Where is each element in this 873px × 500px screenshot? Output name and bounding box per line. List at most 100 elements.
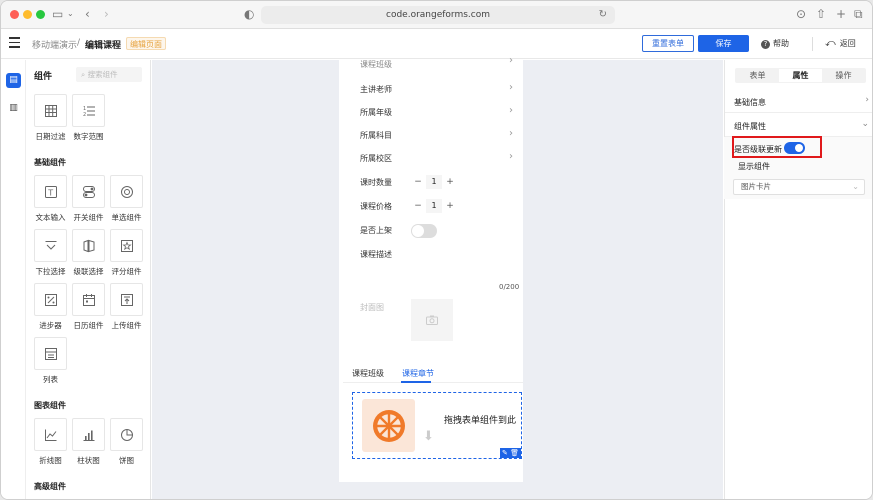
sub-form-tabs: 课程班级 课程章节 [343,361,523,383]
breadcrumb-parent[interactable]: 移动端演示 [32,38,77,51]
component-calendar[interactable]: 日历组件 [72,283,108,331]
data-panel-icon[interactable]: ▥ [6,101,21,116]
component-label: 进步器 [39,321,62,330]
line-chart-icon [44,429,56,441]
price-value[interactable]: 1 [426,199,442,213]
form-row-partial[interactable]: 课程班级 › [339,57,523,71]
form-row-grade[interactable]: 所属年级 › [339,101,523,123]
increment-button[interactable]: + [444,177,456,187]
chevron-right-icon: › [509,128,513,139]
new-tab-icon[interactable]: + [836,7,846,21]
cover-image-upload[interactable] [411,299,453,341]
component-label: 数字范围 [73,132,104,141]
component-line-chart[interactable]: 折线图 [34,418,70,466]
share-icon[interactable]: ⇧ [816,7,826,21]
component-date-filter[interactable]: 日期过滤 [34,94,70,142]
back-arrow-icon[interactable]: ‹ [85,7,90,21]
component-cascade[interactable]: 级联选择 [72,229,108,277]
decrement-button[interactable]: − [412,177,424,187]
drop-zone-tools[interactable]: ✎ 🗑 [500,448,521,458]
section-title: 基础信息 [734,98,766,107]
tab-overview-icon[interactable]: ⧉ [854,7,863,21]
component-label: 下拉选择 [35,267,66,276]
form-row-label: 所属年级 [360,108,392,117]
component-label: 开关组件 [73,213,104,222]
back-button[interactable]: ⤺ 返回 [825,38,856,49]
text-input-icon: T [44,185,57,198]
on-shelf-switch[interactable] [411,224,437,238]
chevron-down-icon: ⌄ [861,119,869,129]
form-row-teacher[interactable]: 主讲老师 › [339,78,523,100]
component-label: 日历组件 [73,321,104,330]
hours-value[interactable]: 1 [426,175,442,189]
form-row-subject[interactable]: 所属科目 › [339,124,523,146]
forward-arrow-icon[interactable]: › [104,7,109,21]
search-placeholder: 搜索组件 [87,70,118,79]
section-component-props[interactable]: 组件属性 ⌄ [725,113,872,137]
menu-icon[interactable] [9,37,20,48]
sidebar-toggle-icon[interactable]: ▭ [52,7,63,21]
shield-icon[interactable]: ◐ [244,7,254,21]
component-dropdown[interactable]: 下拉选择 [34,229,70,277]
breadcrumb-current: 编辑课程 [85,41,122,51]
price-stepper[interactable]: − 1 + [412,199,456,213]
camera-icon [426,315,438,325]
edit-icon[interactable]: ✎ [502,449,508,457]
component-label: 级联选择 [73,267,104,276]
form-row-campus[interactable]: 所属校区 › [339,147,523,169]
reload-icon[interactable]: ↻ [599,6,607,24]
description-counter: 0/200 [499,283,520,291]
header-divider [812,37,813,51]
components-panel-icon[interactable]: ▤ [6,73,21,88]
tab-actions[interactable]: 操作 [822,68,865,83]
down-arrow-icon: ⬇ [423,429,434,444]
list-icon [44,347,57,360]
tab-course-chapter[interactable]: 课程章节 [402,368,434,379]
breadcrumb-separator: / [77,38,81,48]
display-component-select[interactable]: 图片卡片 ⌄ [733,179,865,195]
radio-icon [120,185,133,198]
hours-stepper[interactable]: − 1 + [412,175,456,189]
left-icon-strip: ▤ ▥ [1,60,26,499]
form-row-label: 课程描述 [360,250,392,259]
maximize-window-button[interactable] [36,10,45,19]
increment-button[interactable]: + [444,201,456,211]
url-text: code.orangeforms.com [386,10,490,20]
delete-icon[interactable]: 🗑 [510,449,519,457]
tab-form[interactable]: 表单 [736,68,779,83]
dropdown-icon [45,240,56,250]
chevron-right-icon: › [509,105,513,116]
save-button[interactable]: 保存 [698,35,749,52]
minimize-window-button[interactable] [23,10,32,19]
close-window-button[interactable] [10,10,19,19]
help-button[interactable]: ? 帮助 [761,38,789,49]
highlight-box [732,136,822,158]
component-pie-chart[interactable]: 饼图 [110,418,146,466]
component-list[interactable]: 列表 [34,337,70,385]
section-basic-info[interactable]: 基础信息 › [725,89,872,113]
component-text-input[interactable]: T 文本输入 [34,175,70,223]
component-upload[interactable]: 上传组件 [110,283,146,331]
display-component-label: 显示组件 [738,162,770,171]
chevron-right-icon: › [509,82,513,93]
download-icon[interactable]: ⊙ [796,7,806,21]
tab-properties[interactable]: 属性 [779,69,822,82]
form-row-label: 所属科目 [360,131,392,140]
component-bar-chart[interactable]: 柱状图 [72,418,108,466]
address-bar[interactable]: code.orangeforms.com ↻ [261,6,615,24]
tab-course-class[interactable]: 课程班级 [352,368,384,379]
component-number-range[interactable]: 12 数字范围 [72,94,108,142]
decrement-button[interactable]: − [412,201,424,211]
chevron-down-icon[interactable]: ⌄ [67,7,74,21]
reset-form-button[interactable]: 重置表单 [642,35,694,52]
number-list-icon: 12 [83,106,95,118]
drop-zone[interactable]: ⬇ 拖拽表单组件到此 ✎ 🗑 [352,392,522,459]
component-label: 柱状图 [77,456,100,465]
component-stepper[interactable]: 进步器 [34,283,70,331]
app-header: 移动端演示 / 编辑课程 编辑页面 重置表单 保存 ? 帮助 ⤺ 返回 [1,29,872,59]
component-rating[interactable]: 评分组件 [110,229,146,277]
component-switch[interactable]: 开关组件 [72,175,108,223]
chevron-right-icon: › [509,57,513,66]
component-search-input[interactable]: ⌕ 搜索组件 [76,67,142,82]
component-radio[interactable]: 单选组件 [110,175,146,223]
